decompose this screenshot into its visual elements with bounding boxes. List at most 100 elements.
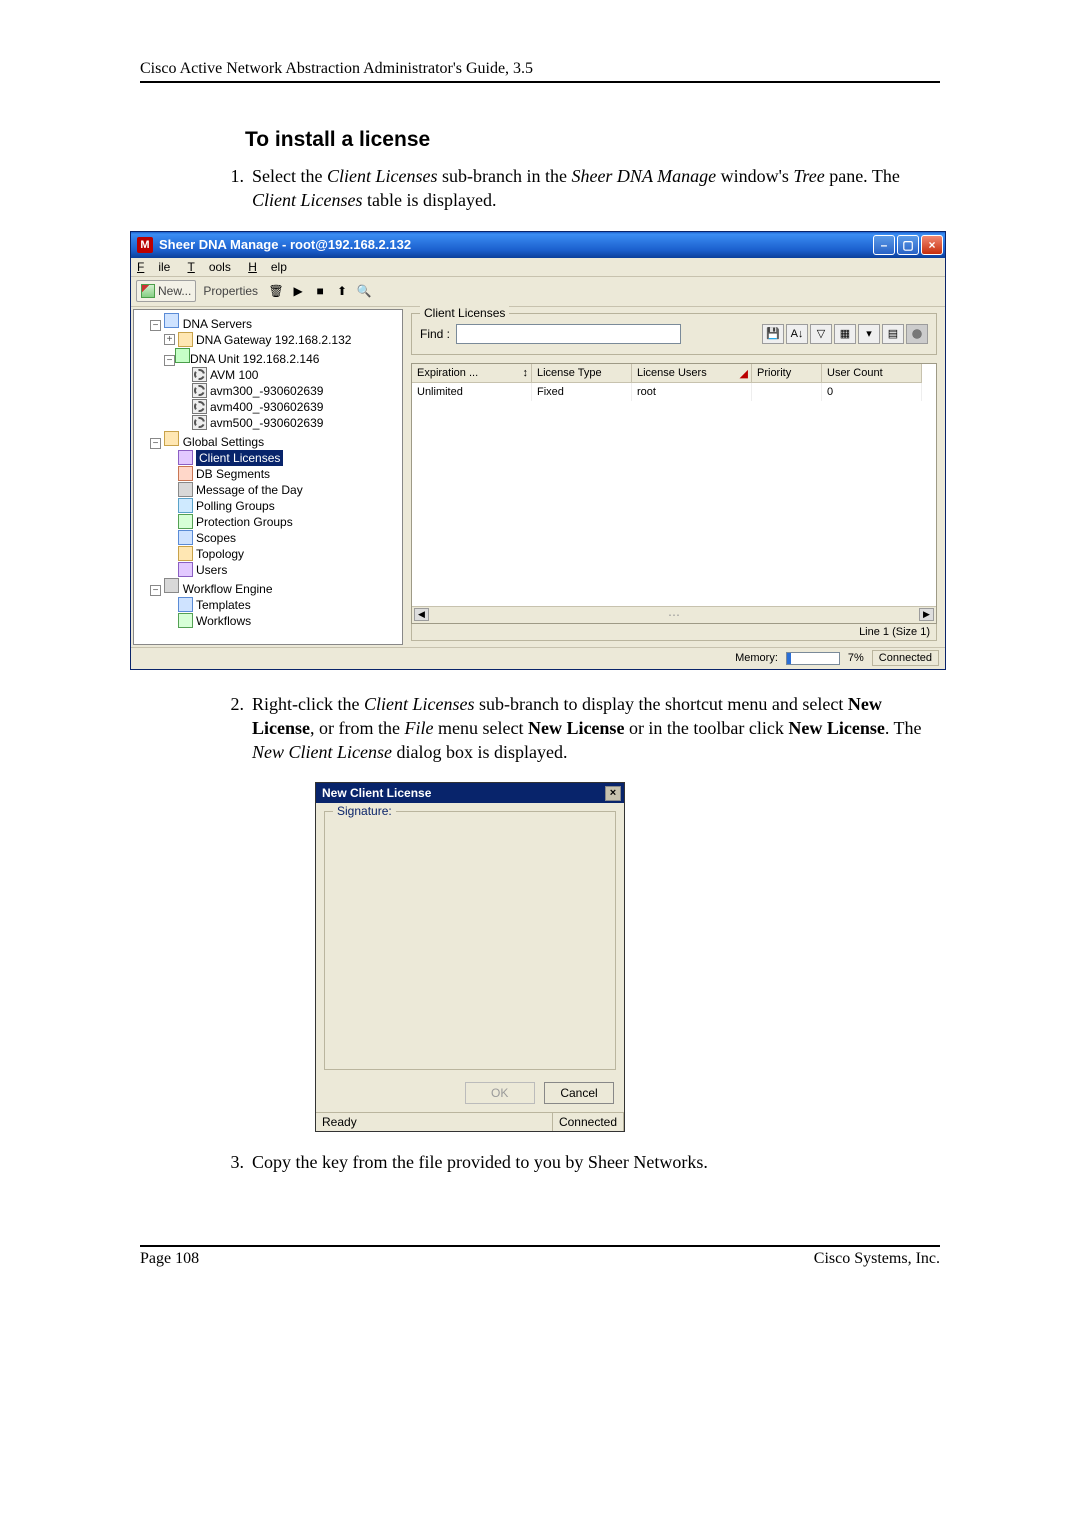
tree-gateway[interactable]: DNA Gateway 192.168.2.132 bbox=[196, 332, 351, 348]
tree-unit[interactable]: DNA Unit 192.168.2.146 bbox=[190, 352, 319, 366]
close-icon[interactable]: × bbox=[605, 786, 621, 801]
step-number: 1. bbox=[210, 164, 244, 213]
gear-icon bbox=[192, 367, 207, 382]
scroll-right-icon[interactable]: ▶ bbox=[919, 608, 934, 621]
new-icon bbox=[141, 284, 155, 298]
signature-textarea[interactable] bbox=[333, 820, 607, 1058]
dialog-title: New Client License bbox=[322, 786, 431, 800]
collapse-icon[interactable]: − bbox=[150, 585, 161, 596]
dropdown-icon[interactable]: ▾ bbox=[858, 324, 880, 344]
shield-icon bbox=[178, 514, 193, 529]
tree-avm400[interactable]: avm400_-930602639 bbox=[210, 399, 323, 415]
stop-icon[interactable]: ■ bbox=[310, 281, 330, 301]
sort-icon: ↕ bbox=[523, 367, 529, 379]
ok-button[interactable]: OK bbox=[465, 1082, 535, 1104]
page: Cisco Active Network Abstraction Adminis… bbox=[0, 60, 1080, 1268]
save-filter-icon[interactable]: 💾 bbox=[762, 324, 784, 344]
tree-protection[interactable]: Protection Groups bbox=[196, 514, 293, 530]
memory-value: 7% bbox=[848, 652, 864, 664]
tree-workflows[interactable]: Workflows bbox=[196, 613, 251, 629]
tree-dna-servers[interactable]: DNA Servers bbox=[183, 317, 252, 331]
tree-users[interactable]: Users bbox=[196, 562, 227, 578]
tree-avm500[interactable]: avm500_-930602639 bbox=[210, 415, 323, 431]
find-input[interactable] bbox=[456, 324, 681, 344]
step-number: 3. bbox=[210, 1150, 244, 1174]
step-list: 3. Copy the key from the file provided t… bbox=[210, 1150, 940, 1174]
collapse-icon[interactable]: − bbox=[164, 355, 175, 366]
license-icon bbox=[178, 450, 193, 465]
page-number: Page 108 bbox=[140, 1250, 199, 1268]
step-text: Copy the key from the file provided to y… bbox=[252, 1150, 940, 1174]
filter-icon[interactable]: ▽ bbox=[810, 324, 832, 344]
minimize-button[interactable]: – bbox=[873, 235, 895, 255]
col-user-count[interactable]: User Count bbox=[822, 364, 922, 383]
page-footer: Page 108 Cisco Systems, Inc. bbox=[140, 1245, 940, 1268]
tree-global[interactable]: Global Settings bbox=[183, 435, 264, 449]
users-icon bbox=[178, 562, 193, 577]
play-icon[interactable]: ▶ bbox=[288, 281, 308, 301]
dialog-titlebar[interactable]: New Client License × bbox=[316, 783, 624, 803]
col-license-type[interactable]: License Type bbox=[532, 364, 632, 383]
tree-client-licenses[interactable]: Client Licenses bbox=[196, 450, 283, 466]
statusbar: Memory: 7% Connected bbox=[131, 647, 945, 669]
table-header: Expiration ...↕ License Type License Use… bbox=[412, 364, 936, 383]
poll-icon bbox=[178, 498, 193, 513]
server-icon bbox=[164, 313, 179, 328]
col-priority[interactable]: Priority bbox=[752, 364, 822, 383]
tree-pane[interactable]: − DNA Servers + DNA Gateway 192.168.2.132… bbox=[133, 309, 403, 645]
sort-asc-icon[interactable]: A↓ bbox=[786, 324, 808, 344]
running-header: Cisco Active Network Abstraction Adminis… bbox=[140, 60, 940, 83]
maximize-button[interactable]: ▢ bbox=[897, 235, 919, 255]
more-icon[interactable]: ▤ bbox=[882, 324, 904, 344]
tree-scopes[interactable]: Scopes bbox=[196, 530, 236, 546]
tree-polling[interactable]: Polling Groups bbox=[196, 498, 275, 514]
find-label: Find : bbox=[420, 327, 450, 341]
gear-icon bbox=[192, 399, 207, 414]
cancel-button[interactable]: Cancel bbox=[544, 1082, 614, 1104]
table-row[interactable]: Unlimited Fixed root 0 bbox=[412, 383, 936, 401]
col-license-users[interactable]: License Users◢ bbox=[632, 364, 752, 383]
tree-avm100[interactable]: AVM 100 bbox=[210, 367, 258, 383]
memory-label: Memory: bbox=[735, 652, 778, 664]
col-expiration[interactable]: Expiration ...↕ bbox=[412, 364, 532, 383]
up-icon[interactable]: ⬆ bbox=[332, 281, 352, 301]
close-button[interactable]: × bbox=[921, 235, 943, 255]
gateway-icon bbox=[178, 332, 193, 347]
new-button[interactable]: New... bbox=[136, 280, 196, 302]
signature-legend: Signature: bbox=[333, 804, 396, 818]
cell-license-users: root bbox=[632, 383, 752, 401]
tree-workflow-engine[interactable]: Workflow Engine bbox=[183, 582, 273, 596]
app-icon: M bbox=[137, 237, 153, 253]
db-icon bbox=[178, 466, 193, 481]
topology-icon bbox=[178, 546, 193, 561]
licenses-table[interactable]: Expiration ...↕ License Type License Use… bbox=[411, 363, 937, 624]
tree-topology[interactable]: Topology bbox=[196, 546, 244, 562]
tree-templates[interactable]: Templates bbox=[196, 597, 251, 613]
memory-meter bbox=[786, 652, 840, 665]
collapse-icon[interactable]: − bbox=[150, 438, 161, 449]
find-icon[interactable]: 🔍 bbox=[354, 281, 374, 301]
cell-user-count: 0 bbox=[822, 383, 922, 401]
cell-license-type: Fixed bbox=[532, 383, 632, 401]
status-ready: Ready bbox=[316, 1113, 553, 1131]
titlebar[interactable]: M Sheer DNA Manage - root@192.168.2.132 … bbox=[131, 232, 945, 258]
tree-db[interactable]: DB Segments bbox=[196, 466, 270, 482]
delete-icon[interactable]: 🗑 bbox=[266, 281, 286, 301]
status-connected: Connected bbox=[553, 1113, 624, 1131]
tree-motd[interactable]: Message of the Day bbox=[196, 482, 303, 498]
menubar: File Tools Help bbox=[131, 258, 945, 277]
line-info: Line 1 (Size 1) bbox=[411, 624, 937, 641]
clear-icon[interactable]: ▦ bbox=[834, 324, 856, 344]
menu-file[interactable]: File bbox=[137, 258, 178, 276]
workflows-icon bbox=[178, 613, 193, 628]
menu-tools[interactable]: Tools bbox=[187, 258, 238, 276]
scroll-left-icon[interactable]: ◀ bbox=[414, 608, 429, 621]
record-icon[interactable] bbox=[906, 324, 928, 344]
expand-icon[interactable]: + bbox=[164, 334, 175, 345]
tree-avm300[interactable]: avm300_-930602639 bbox=[210, 383, 323, 399]
sort-marker-icon: ◢ bbox=[740, 367, 748, 380]
properties-button[interactable]: Properties bbox=[198, 280, 263, 302]
collapse-icon[interactable]: − bbox=[150, 320, 161, 331]
menu-help[interactable]: Help bbox=[248, 258, 295, 276]
h-scrollbar[interactable]: ◀ ⋯ ▶ bbox=[412, 606, 936, 623]
